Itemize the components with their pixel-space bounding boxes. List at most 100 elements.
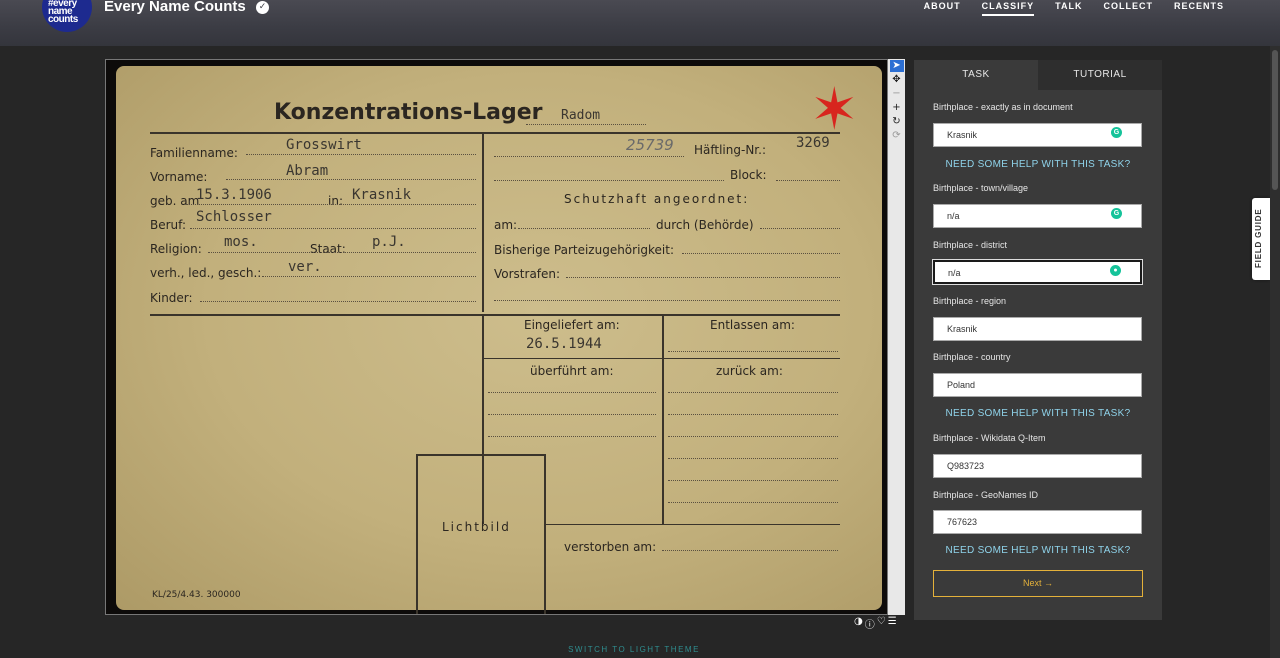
card-camp: Radom [561,108,601,123]
red-star-mark: ✶ [810,75,859,143]
collect-list-icon[interactable]: ☰ [888,616,897,631]
field-value: 767623 [947,517,978,527]
field-value: n/a [947,211,960,221]
label-am: am: [494,218,518,232]
field-value: Q983723 [947,461,985,471]
label-familienname: Familienname: [150,146,238,160]
label-block: Block: [730,168,767,182]
favorite-heart-icon[interactable]: ♡ [877,616,886,631]
label-staat: Staat: [310,242,346,256]
grammarly-icon[interactable]: G [1111,208,1122,219]
field-value: n/a [948,268,961,278]
value-religion: mos. [224,234,258,250]
birthplace-country-field[interactable]: Poland [933,373,1142,397]
panel-tabs: TASK TUTORIAL [914,60,1162,90]
label-ueberfuehrt: überführt am: [530,364,614,378]
zoom-out-icon[interactable]: − [890,88,904,100]
task-panel: TASK TUTORIAL Birthplace - exactly as in… [914,60,1162,620]
invert-icon[interactable]: ◑ [854,616,863,631]
field-label-exact: Birthplace - exactly as in document [933,102,1073,112]
photo-box: Lichtbild [416,454,546,614]
logo-text: #every name counts [48,0,78,25]
help-link[interactable]: NEED SOME HELP WITH THIS TASK? [914,545,1162,556]
field-label-wikidata: Birthplace - Wikidata Q-Item [933,433,1046,443]
nav-collect[interactable]: COLLECT [1103,1,1153,16]
scrollbar-thumb[interactable] [1272,50,1278,190]
label-religion: Religion: [150,242,202,256]
help-link[interactable]: NEED SOME HELP WITH THIS TASK? [914,408,1162,419]
value-in: Krasnik [352,187,412,203]
birthplace-geonames-field[interactable]: 767623 [933,510,1142,534]
birthplace-town-field[interactable]: n/a G [933,204,1142,228]
tab-task[interactable]: TASK [914,60,1038,90]
label-in: in: [328,194,343,208]
rotate-icon[interactable]: ↻ [890,116,904,128]
value-eingeliefert: 26.5.1944 [526,336,602,352]
label-verh: verh., led., gesch.: [150,266,262,280]
next-button[interactable]: Next → [933,570,1143,597]
field-label-town: Birthplace - town/village [933,183,1029,193]
field-value: Krasnik [947,324,978,334]
subject-viewer[interactable]: ✶ Konzentrations-Lager Radom Familiennam… [105,59,888,615]
reset-view-icon[interactable]: ⟳ [890,130,904,142]
pan-tool-icon[interactable]: ✥ [890,74,904,86]
field-guide-label: FIELD GUIDE [1254,208,1263,268]
label-eingeliefert: Eingeliefert am: [524,318,620,332]
form-code: KL/25/4.43. 300000 [152,590,241,600]
project-logo[interactable]: #every name counts [42,0,92,32]
label-partei: Bisherige Parteizugehörigkeit: [494,243,675,257]
field-label-district: Birthplace - district [933,240,1008,250]
value-beruf: Schlosser [196,209,272,225]
viewer-toolbar: ➤ ✥ − + ↻ ⟳ [888,59,905,615]
registration-card-image: ✶ Konzentrations-Lager Radom Familiennam… [116,66,882,614]
nav-classify[interactable]: CLASSIFY [981,1,1035,16]
project-nav: ABOUT CLASSIFY TALK COLLECT RECENTS [924,1,1224,16]
label-haeftling-nr: Häftling-Nr.: [694,143,766,157]
tab-tutorial[interactable]: TUTORIAL [1038,60,1162,90]
nav-recents[interactable]: RECENTS [1174,1,1224,16]
field-value: Poland [947,380,976,390]
label-kinder: Kinder: [150,291,193,305]
top-bar: #every name counts Every Name Counts ✓ A… [0,0,1280,46]
birthplace-region-field[interactable]: Krasnik [933,317,1142,341]
value-vorname: Abram [286,163,329,179]
value-geb-am: 15.3.1906 [196,187,272,203]
label-vorstrafen: Vorstrafen: [494,267,561,281]
nav-talk[interactable]: TALK [1055,1,1082,16]
switch-theme-link[interactable]: SWITCH TO LIGHT THEME [0,645,1268,654]
verified-badge-icon: ✓ [256,1,269,14]
label-geb-am: geb. am [150,194,200,208]
card-heading: Konzentrations-Lager [274,100,543,125]
label-entlassen: Entlassen am: [710,318,795,332]
birthplace-wikidata-field[interactable]: Q983723 [933,454,1142,478]
label-verstorben: verstorben am: [564,540,657,554]
label-zurueck: zurück am: [716,364,783,378]
grammarly-icon[interactable]: G [1111,127,1122,138]
value-verh: ver. [288,259,322,275]
field-label-geonames: Birthplace - GeoNames ID [933,490,1039,500]
field-guide-tab[interactable]: FIELD GUIDE [1252,198,1270,280]
label-durch: durch (Behörde) [656,218,754,232]
info-icon[interactable]: ⓘ [865,616,875,631]
page-scrollbar[interactable] [1270,46,1280,658]
grammarly-icon[interactable]: ● [1110,265,1121,276]
pointer-tool-icon[interactable]: ➤ [889,60,904,72]
birthplace-exact-field[interactable]: Krasnik G [933,123,1142,147]
handwritten-number: 25739 [626,136,674,154]
label-schutzhaft: Schutzhaft angeordnet: [564,192,750,206]
label-vorname: Vorname: [150,170,208,184]
field-label-region: Birthplace - region [933,296,1007,306]
value-familienname: Grosswirt [286,137,362,153]
project-title[interactable]: Every Name Counts [104,0,246,15]
label-lichtbild: Lichtbild [442,520,511,534]
image-subtools: ◑ ⓘ ♡ ☰ [854,616,897,631]
help-link[interactable]: NEED SOME HELP WITH THIS TASK? [914,159,1162,170]
label-beruf: Beruf: [150,218,186,232]
field-label-country: Birthplace - country [933,352,1011,362]
field-value: Krasnik [947,130,978,140]
nav-about[interactable]: ABOUT [924,1,961,16]
birthplace-district-field[interactable]: n/a ● [933,260,1142,284]
zoom-in-icon[interactable]: + [890,102,904,114]
value-staat: p.J. [372,234,406,250]
value-haeftling-nr: 3269 [796,135,830,151]
